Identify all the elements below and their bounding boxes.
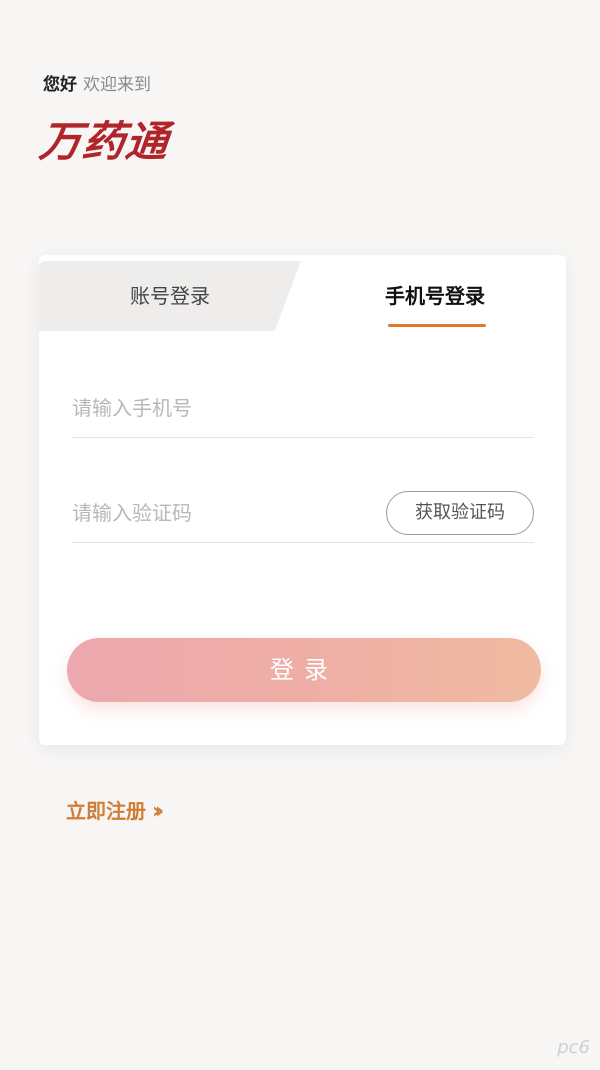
active-tab-indicator <box>388 324 486 327</box>
double-chevron-right-icon: ›› <box>152 799 164 824</box>
verification-code-input[interactable] <box>72 483 372 543</box>
get-code-button[interactable]: 获取验证码 <box>386 491 534 535</box>
code-field: 获取验证码 <box>72 483 534 543</box>
register-label: 立即注册 <box>66 799 146 823</box>
phone-field <box>72 378 534 438</box>
watermark: pc6 <box>557 1037 590 1058</box>
login-screen: 您好欢迎来到 万药通 账号登录 手机号登录 获取验证码 登录 立即注册›› pc… <box>0 0 600 1070</box>
register-link[interactable]: 立即注册 ›› <box>66 795 164 824</box>
greeting-hello: 您好 <box>43 75 77 95</box>
phone-input[interactable] <box>72 378 372 438</box>
login-button[interactable]: 登录 <box>67 638 541 702</box>
app-logo: 万药通 <box>37 117 172 166</box>
tab-phone-login[interactable]: 手机号登录 <box>339 281 531 311</box>
greeting: 您好 欢迎来到 <box>43 70 151 95</box>
tab-account-login[interactable]: 账号登录 <box>39 281 301 311</box>
login-card: 账号登录 手机号登录 获取验证码 登录 <box>39 255 566 745</box>
greeting-welcome: 欢迎来到 <box>83 75 151 95</box>
